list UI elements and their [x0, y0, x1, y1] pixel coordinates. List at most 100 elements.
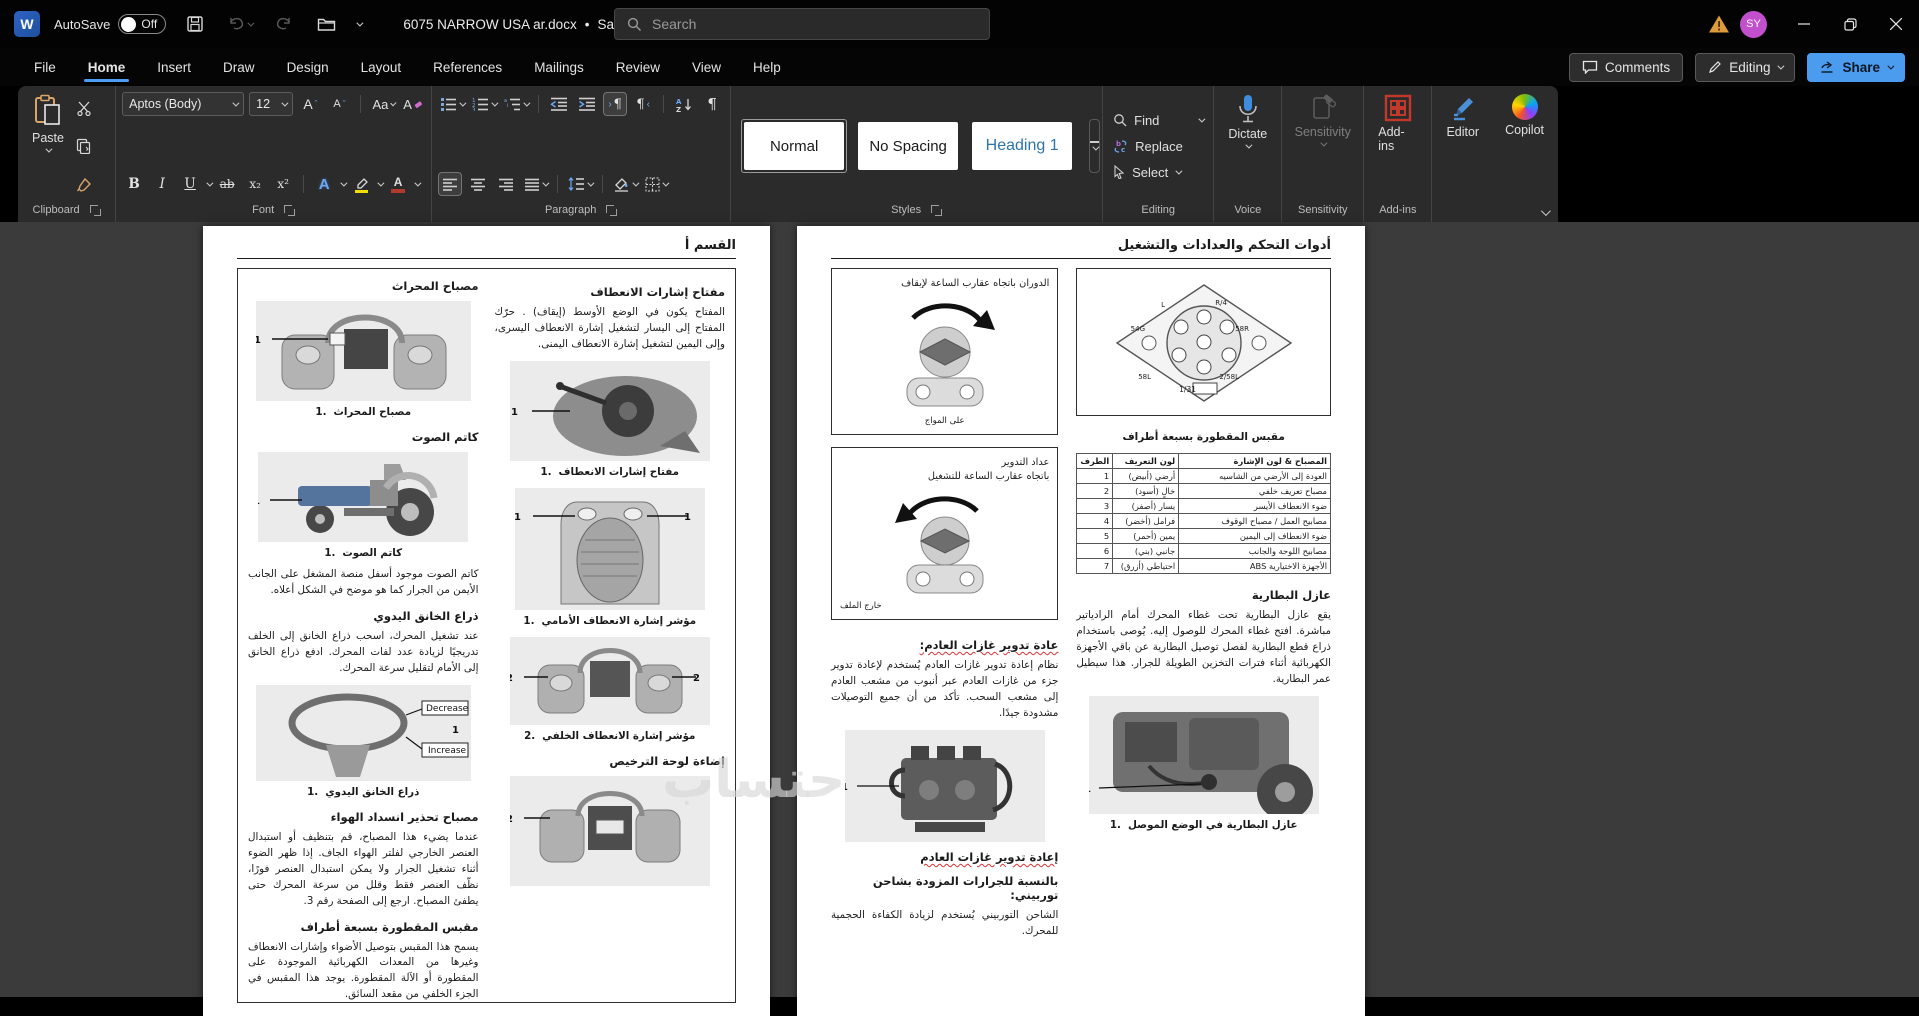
align-left-button[interactable]: [438, 172, 463, 196]
bold-button[interactable]: B: [122, 172, 146, 196]
tab-home[interactable]: Home: [72, 52, 142, 83]
cut-button[interactable]: [72, 96, 96, 120]
tab-design[interactable]: Design: [271, 52, 345, 83]
pin-row-5: ضوء الانعطاف إلى اليمين يمين (أحمر) 5: [1076, 528, 1331, 544]
replace-button[interactable]: bc Replace: [1109, 135, 1207, 157]
text-effects-chevron[interactable]: [340, 179, 348, 187]
document-title-menu[interactable]: 6075 NARROW USA ar.docx • Saved: [403, 17, 652, 32]
group-label-sensitivity: Sensitivity: [1297, 204, 1348, 216]
document-page-2[interactable]: أدوات التحكم والعدادات والتشغيل L 4/R 58…: [797, 226, 1365, 1016]
file-menu-chevron[interactable]: [356, 19, 364, 27]
line-spacing-button[interactable]: [566, 172, 595, 196]
callout-1: 1: [256, 335, 261, 346]
sensitivity-chevron: [1320, 139, 1328, 147]
select-button[interactable]: Select: [1109, 161, 1207, 183]
tab-review[interactable]: Review: [600, 52, 676, 83]
warning-icon[interactable]: [1708, 14, 1730, 34]
tab-file[interactable]: File: [18, 52, 72, 83]
paragraph-dialog-launcher[interactable]: [606, 204, 618, 216]
autosave-control[interactable]: AutoSave Off: [54, 14, 167, 34]
font-size-select[interactable]: 12: [249, 92, 294, 116]
text-effects-button[interactable]: A: [312, 172, 336, 196]
pin-row-2: مصباح تعريف خلفي خالٍ (أسود) 2: [1076, 483, 1331, 499]
open-file-button[interactable]: [312, 9, 342, 39]
close-button[interactable]: [1873, 0, 1919, 48]
align-right-button[interactable]: [494, 172, 518, 196]
line-spacing-chevron: [587, 179, 595, 187]
paste-button[interactable]: Paste: [24, 92, 72, 200]
style-normal[interactable]: Normal: [741, 119, 848, 173]
italic-button[interactable]: I: [150, 172, 174, 196]
multilevel-list-button[interactable]: ai: [502, 92, 531, 116]
pencil-icon: [1709, 61, 1722, 73]
editor-button[interactable]: Editor: [1438, 92, 1487, 200]
font-name-select[interactable]: Aptos (Body): [122, 92, 245, 116]
justify-button[interactable]: [522, 172, 550, 196]
increase-indent-button[interactable]: [575, 92, 599, 116]
underline-chevron[interactable]: [206, 179, 214, 187]
align-center-button[interactable]: [466, 172, 490, 196]
search-box[interactable]: [614, 8, 990, 40]
highlight-chevron[interactable]: [377, 179, 385, 187]
addins-button[interactable]: Add-ins: [1370, 92, 1425, 200]
show-formatting-button[interactable]: ¶: [700, 92, 724, 116]
document-page-1[interactable]: القسم أ مفتاح إشارات الانعطاف المفتاح يك…: [203, 226, 770, 1016]
minimize-button[interactable]: [1781, 0, 1827, 48]
font-color-button[interactable]: A: [386, 172, 410, 196]
change-case-button[interactable]: Aa: [370, 92, 397, 116]
styles-dialog-launcher[interactable]: [931, 204, 943, 216]
sort-button[interactable]: AZ: [672, 92, 696, 116]
search-input[interactable]: [652, 16, 952, 32]
tab-help[interactable]: Help: [737, 52, 797, 83]
search-icon: [627, 17, 641, 31]
numbering-button[interactable]: 123: [470, 92, 499, 116]
font-color-chevron[interactable]: [414, 179, 422, 187]
editing-mode-button[interactable]: Editing: [1695, 52, 1796, 82]
pin-label-3: 54G: [1130, 325, 1144, 333]
copilot-button[interactable]: Copilot: [1497, 92, 1552, 200]
decrease-indent-button[interactable]: [547, 92, 571, 116]
heading-turn-signal-switch: مفتاح إشارات الانعطاف: [590, 285, 725, 299]
figure-engine-egr: 1: [841, 729, 1045, 842]
tab-mailings[interactable]: Mailings: [518, 52, 600, 83]
ltr-direction-button[interactable]: › ¶: [603, 92, 628, 116]
grow-font-button[interactable]: Aˆ: [298, 92, 322, 116]
format-painter-button[interactable]: [72, 172, 96, 196]
document-canvas[interactable]: القسم أ مفتاح إشارات الانعطاف المفتاح يك…: [0, 222, 1919, 1016]
highlight-button[interactable]: [349, 172, 373, 196]
clipboard-dialog-launcher[interactable]: [89, 204, 101, 216]
autosave-toggle[interactable]: Off: [118, 14, 167, 34]
bullets-button[interactable]: [438, 92, 467, 116]
pin-center-label: 1/31: [1179, 385, 1196, 394]
restore-button[interactable]: [1827, 0, 1873, 48]
tab-view[interactable]: View: [676, 52, 737, 83]
undo-button[interactable]: [224, 9, 255, 39]
rtl-direction-button[interactable]: ¶ ‹: [631, 92, 655, 116]
clear-formatting-button[interactable]: A: [401, 92, 425, 116]
font-dialog-launcher[interactable]: [284, 204, 296, 216]
comments-button[interactable]: Comments: [1568, 52, 1684, 82]
tab-layout[interactable]: Layout: [345, 52, 418, 83]
para-air-restriction-lamp: عندما يضيء هذا المصباح، قم بتنظيف أو است…: [248, 830, 479, 907]
avatar[interactable]: SY: [1740, 10, 1767, 38]
shading-button[interactable]: [611, 172, 640, 196]
styles-gallery-more-button[interactable]: [1089, 119, 1101, 173]
copy-button[interactable]: [72, 134, 96, 158]
save-button[interactable]: [180, 9, 210, 39]
tab-references[interactable]: References: [417, 52, 518, 83]
dictate-button[interactable]: Dictate: [1220, 92, 1275, 200]
strikethrough-button[interactable]: ab: [215, 172, 239, 196]
share-button[interactable]: Share: [1807, 52, 1905, 82]
find-button[interactable]: Find: [1109, 109, 1207, 131]
borders-button[interactable]: [643, 172, 670, 196]
style-no-spacing[interactable]: No Spacing: [855, 119, 961, 173]
underline-button[interactable]: U: [178, 172, 202, 196]
style-heading1[interactable]: Heading 1: [969, 119, 1075, 173]
para-turn-signal-switch: المفتاح يكون في الوضع الأوسط (إيقاف) . ح…: [494, 306, 726, 350]
tab-draw[interactable]: Draw: [207, 52, 271, 83]
redo-button[interactable]: [268, 9, 298, 39]
shrink-font-button[interactable]: Aˇ: [327, 92, 351, 116]
tab-insert[interactable]: Insert: [141, 52, 207, 83]
subscript-button[interactable]: x₂: [243, 172, 267, 196]
superscript-button[interactable]: x²: [271, 172, 295, 196]
